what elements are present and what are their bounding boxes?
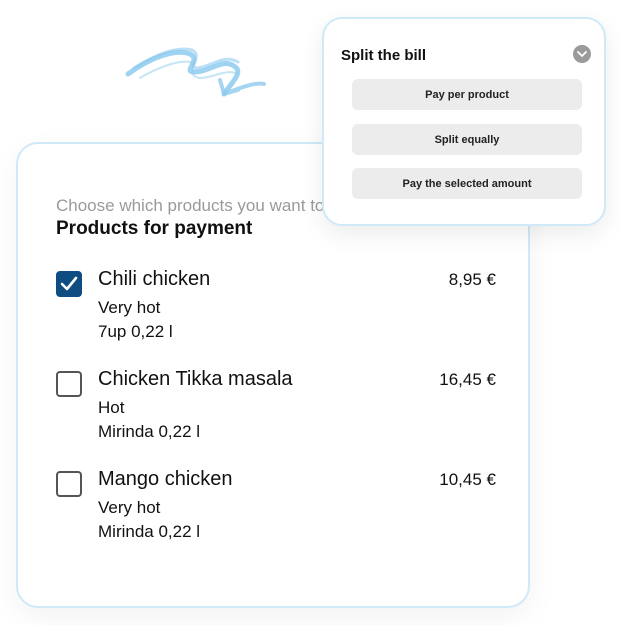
- product-item: Mango chicken Very hot Mirinda 0,22 l 10…: [56, 468, 496, 558]
- checkmark-icon: [60, 276, 78, 291]
- squiggle-arrow-icon: [125, 47, 266, 97]
- product-name: Chicken Tikka masala: [98, 368, 293, 390]
- product-description: Very hot: [98, 298, 161, 317]
- product-name: Chili chicken: [98, 268, 211, 290]
- products-title: Products for payment: [56, 218, 253, 239]
- product-checkbox[interactable]: [56, 371, 82, 397]
- product-checkbox[interactable]: [56, 471, 82, 497]
- product-price: 16,45 €: [439, 370, 496, 389]
- pay-selected-amount-button[interactable]: Pay the selected amount: [352, 168, 582, 199]
- chevron-down-icon[interactable]: [573, 45, 591, 63]
- split-bill-title: Split the bill: [341, 47, 426, 64]
- product-drink: Mirinda 0,22 l: [98, 522, 201, 541]
- split-equally-button[interactable]: Split equally: [352, 124, 582, 155]
- product-drink: Mirinda 0,22 l: [98, 422, 201, 441]
- product-item: Chili chicken Very hot 7up 0,22 l 8,95 €: [56, 268, 496, 358]
- product-item: Chicken Tikka masala Hot Mirinda 0,22 l …: [56, 368, 496, 458]
- product-description: Hot: [98, 398, 125, 417]
- split-bill-panel: Split the bill Pay per product Split equ…: [322, 17, 606, 226]
- product-price: 8,95 €: [448, 270, 496, 289]
- product-description: Very hot: [98, 498, 161, 517]
- pay-per-product-button[interactable]: Pay per product: [352, 79, 582, 110]
- product-price: 10,45 €: [439, 470, 496, 489]
- product-checkbox[interactable]: [56, 271, 82, 297]
- product-drink: 7up 0,22 l: [98, 322, 173, 341]
- product-name: Mango chicken: [98, 468, 233, 490]
- instruction-text: Choose which products you want to pay: [56, 196, 357, 215]
